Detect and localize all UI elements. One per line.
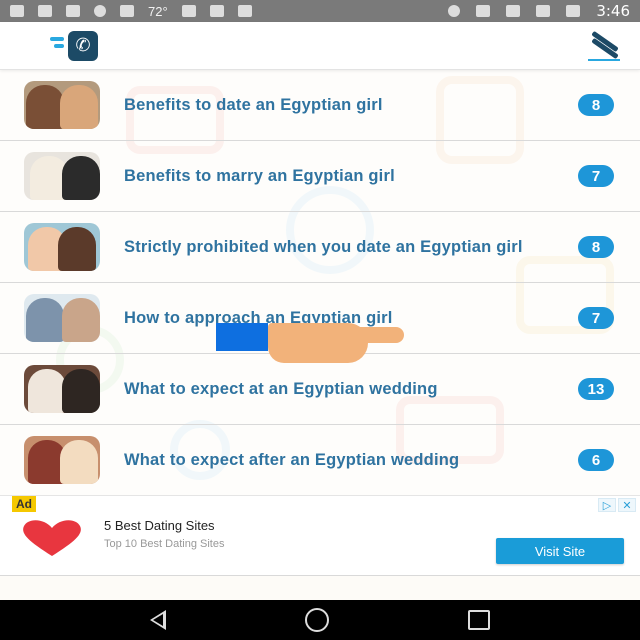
item-thumbnail: [24, 365, 100, 413]
item-count-badge: 8: [578, 236, 614, 258]
topic-list: Benefits to date an Egyptian girl 8 Bene…: [0, 70, 640, 495]
recents-icon[interactable]: [468, 610, 491, 630]
item-count-badge: 8: [578, 94, 614, 116]
clock: 3:46: [596, 2, 630, 20]
item-thumbnail: [24, 152, 100, 200]
list-item[interactable]: Benefits to marry an Egyptian girl 7: [0, 141, 640, 212]
wifi-icon: [506, 5, 521, 17]
status-bar: 72° 3:46: [0, 0, 640, 22]
briefcase-icon: [209, 5, 224, 17]
edit-pencil-icon[interactable]: [586, 30, 620, 61]
ad-choices[interactable]: ▷ ✕: [598, 498, 636, 512]
item-count-badge: 6: [578, 449, 614, 471]
ad-banner[interactable]: Ad ▷ ✕ 5 Best Dating Sites Top 10 Best D…: [0, 495, 640, 575]
lock-icon: [120, 5, 134, 17]
app-bar: ✆: [0, 22, 640, 70]
location-icon: [448, 5, 461, 17]
ad-close-icon[interactable]: ✕: [618, 498, 636, 512]
calendar-icon: [237, 5, 252, 17]
item-title: What to expect at an Egyptian wedding: [124, 379, 438, 398]
visit-site-button[interactable]: Visit Site: [496, 538, 624, 564]
list-item[interactable]: What to expect after an Egyptian wedding…: [0, 425, 640, 495]
ad-title: 5 Best Dating Sites: [104, 518, 215, 533]
home-icon[interactable]: [304, 608, 329, 632]
signal-icon: [536, 5, 551, 17]
tap-hand-cursor: [216, 323, 406, 367]
bluetooth-icon: [476, 5, 491, 17]
item-thumbnail: [24, 81, 100, 129]
status-icons-left: 72°: [10, 4, 252, 19]
photos-icon: [181, 5, 196, 17]
battery-icon: [566, 5, 581, 17]
item-title: Benefits to date an Egyptian girl: [124, 95, 383, 114]
system-nav-bar: [0, 600, 640, 640]
item-count-badge: 13: [578, 378, 614, 400]
item-thumbnail: [24, 294, 100, 342]
heart-icon: [23, 520, 81, 556]
phone-logo-icon[interactable]: ✆: [50, 30, 98, 61]
ad-choices-icon[interactable]: ▷: [598, 498, 616, 512]
alarm-off-icon: [94, 5, 106, 17]
list-item-partial: [0, 575, 640, 600]
item-thumbnail: [24, 223, 100, 271]
item-title: What to expect after an Egyptian wedding: [124, 450, 460, 469]
item-count-badge: 7: [578, 165, 614, 187]
list-item[interactable]: Benefits to date an Egyptian girl 8: [0, 70, 640, 141]
keyboard-icon: [66, 5, 80, 17]
back-icon[interactable]: [149, 610, 166, 630]
item-title: Benefits to marry an Egyptian girl: [124, 166, 395, 185]
item-thumbnail: [24, 436, 100, 484]
email-icon: [38, 5, 52, 17]
list-item[interactable]: Strictly prohibited when you date an Egy…: [0, 212, 640, 283]
ad-label: Ad: [12, 496, 36, 512]
ad-subtitle: Top 10 Best Dating Sites: [104, 538, 225, 550]
item-count-badge: 7: [578, 307, 614, 329]
status-icons-right: 3:46: [448, 2, 630, 20]
item-title: Strictly prohibited when you date an Egy…: [124, 237, 523, 256]
facebook-icon: [10, 5, 24, 17]
temperature-text: 72°: [148, 3, 168, 19]
